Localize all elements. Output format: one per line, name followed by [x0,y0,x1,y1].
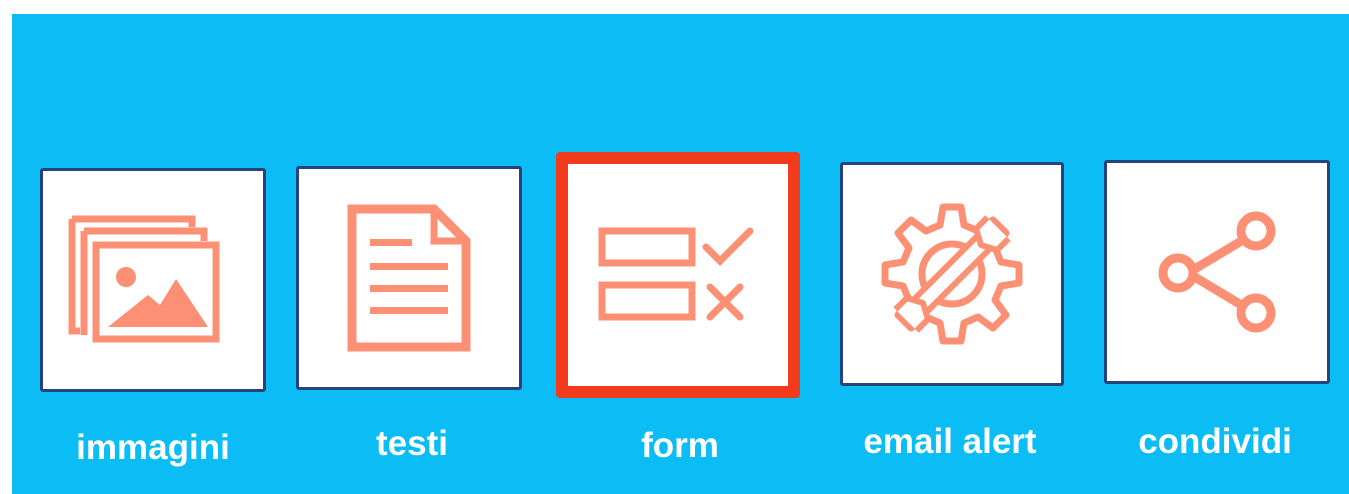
form-icon [598,227,754,321]
gear-wrench-icon [881,203,1023,345]
tile-label-email-alert: email alert [863,422,1037,461]
tile-panel: immagini testi form email alert condivid… [12,14,1349,494]
tile-label-form: form [641,426,719,465]
tile-email-alert[interactable] [840,162,1064,386]
tile-form[interactable] [556,152,800,398]
images-icon [68,215,220,343]
tile-label-condividi: condividi [1138,422,1292,461]
tile-immagini[interactable] [40,168,266,392]
tile-label-testi: testi [376,424,448,463]
document-icon [347,204,471,352]
tile-label-immagini: immagini [76,428,230,467]
tile-condividi[interactable] [1104,160,1330,384]
share-icon [1158,211,1276,333]
tile-testi[interactable] [296,166,522,390]
